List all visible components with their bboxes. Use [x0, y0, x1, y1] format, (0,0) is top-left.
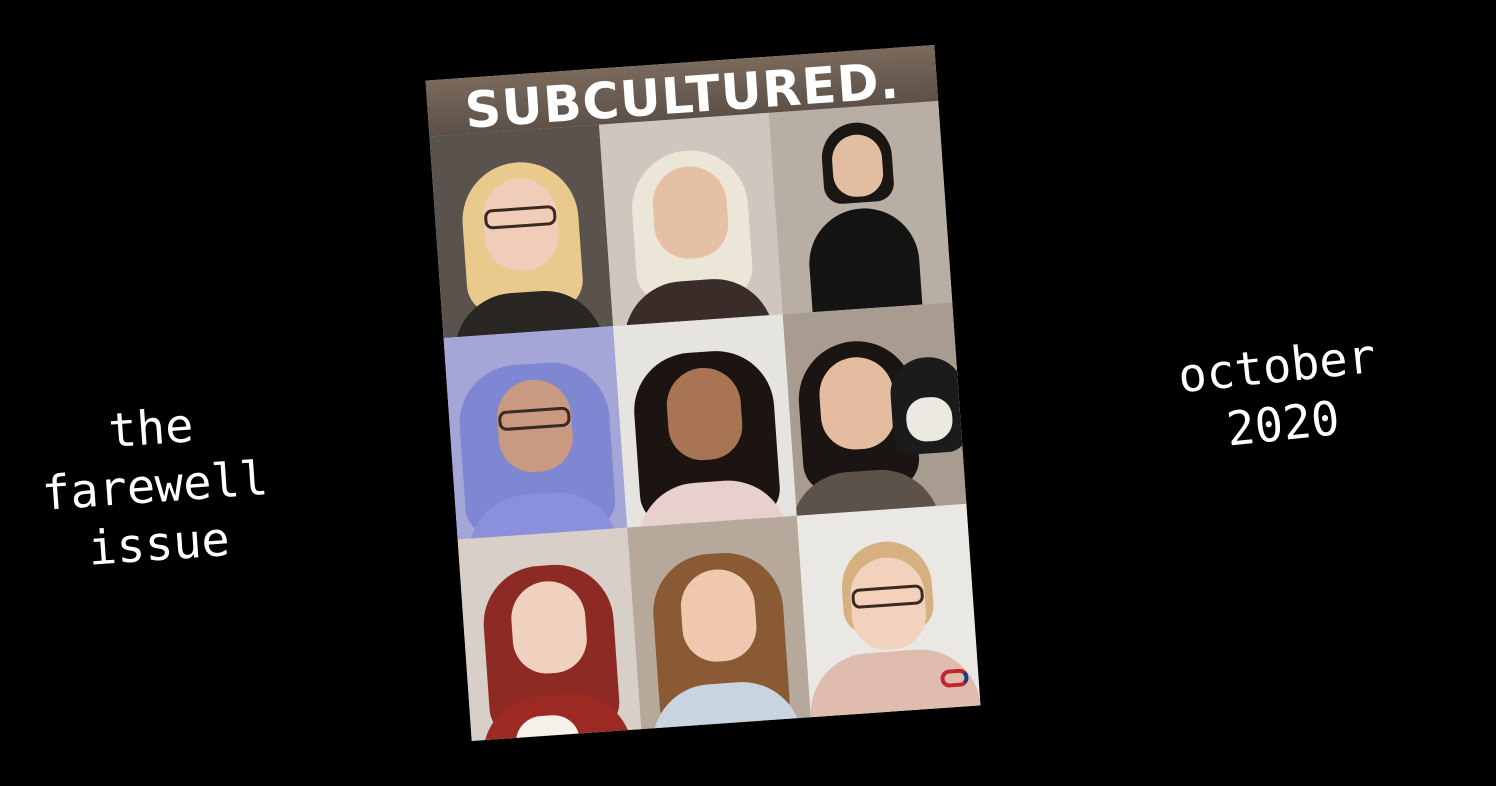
portrait-tile: [613, 314, 797, 528]
portrait-tile: [768, 100, 953, 315]
portrait-tile: [429, 124, 614, 338]
date-caption: october 2020: [1115, 322, 1445, 471]
magazine-cover: SUBCULTURED.: [425, 45, 981, 741]
portrait-tile: [796, 503, 981, 718]
issue-caption: the farewell issue: [0, 389, 316, 584]
slide-canvas: the farewell issue SUBCULTURED. october …: [0, 0, 1496, 786]
portrait-grid: [429, 100, 981, 741]
portrait-tile: [599, 112, 783, 327]
portrait-tile: [627, 515, 811, 730]
portrait-tile: [443, 326, 628, 540]
brand-logo-icon: [939, 668, 970, 689]
portrait-tile: [782, 302, 967, 516]
portrait-tile: [457, 527, 642, 741]
dog-photo: [888, 354, 967, 456]
